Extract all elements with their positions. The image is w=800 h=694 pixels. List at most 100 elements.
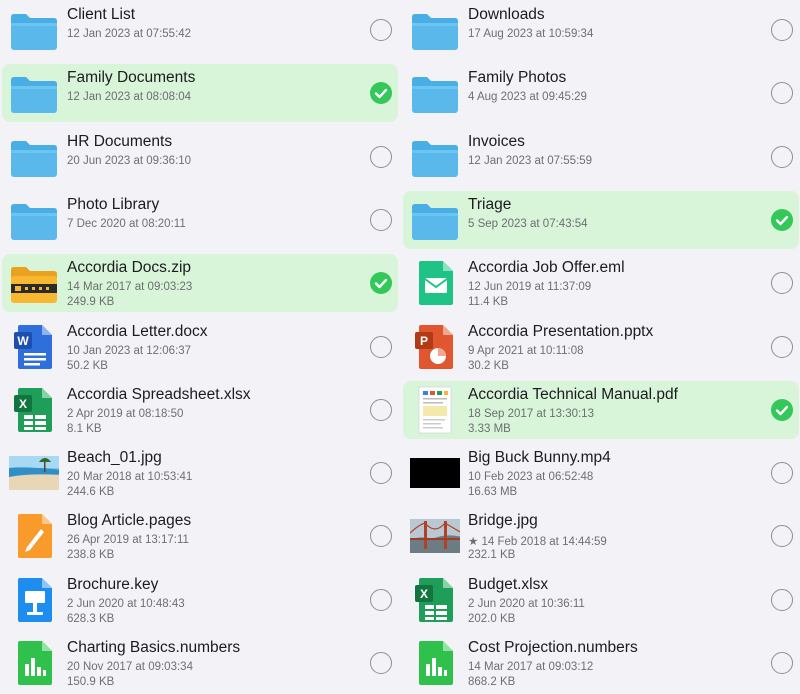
zip-archive-icon <box>9 258 59 308</box>
numbers-spreadsheet-icon <box>410 638 460 688</box>
file-size: 50.2 KB <box>67 359 108 372</box>
file-name: Downloads <box>468 6 545 23</box>
selected-checkmark-icon[interactable] <box>771 398 793 421</box>
file-date: 12 Jan 2023 at 07:55:59 <box>468 154 593 167</box>
file-name: Cost Projection.numbers <box>468 639 638 656</box>
selection-circle[interactable] <box>370 462 392 485</box>
selection-circle[interactable] <box>370 145 392 168</box>
file-size: 244.6 KB <box>67 486 115 499</box>
file-name: Charting Basics.numbers <box>67 639 241 656</box>
file-name: Accordia Spreadsheet.xlsx <box>67 385 251 403</box>
word-document-icon: W <box>9 322 59 372</box>
file-item-family-documents[interactable]: Family Documents 12 Jan 2023 at 08:08:04 <box>2 64 398 123</box>
folder-icon <box>410 132 460 182</box>
file-item-budget-xlsx[interactable]: X Budget.xlsx 2 Jun 2020 at 10:36:11 202.0… <box>403 571 799 629</box>
selection-circle[interactable] <box>771 82 793 105</box>
excel-spreadsheet-icon: X <box>410 575 460 625</box>
file-item-charting-basics-numbers[interactable]: Charting Basics.numbers 20 Nov 2017 at 09… <box>2 634 398 692</box>
file-name: Family Photos <box>468 69 567 87</box>
file-item-blog-article-pages[interactable]: Blog Article.pages 26 Apr 2019 at 13:17:1… <box>2 507 398 565</box>
selection-circle[interactable] <box>370 208 392 231</box>
file-size: 16.63 MB <box>468 486 518 499</box>
file-item-accordia-letter-docx[interactable]: W Accordia Letter.docx 10 Jan 2023 at 12:… <box>2 318 398 376</box>
selection-circle[interactable] <box>370 588 392 611</box>
selection-circle[interactable] <box>771 335 793 358</box>
file-item-accordia-presentation-pptx[interactable]: P Accordia Presentation.pptx 9 Apr 2021 a… <box>403 318 799 376</box>
file-date: 14 Mar 2017 at 09:03:23 <box>67 281 193 294</box>
file-date: 2 Jun 2020 at 10:36:11 <box>468 597 585 610</box>
file-date: ★ 14 Feb 2018 at 14:44:59 <box>468 536 607 549</box>
svg-text:X: X <box>420 587 428 601</box>
file-item-brochure-key[interactable]: Brochure.key 2 Jun 2020 at 10:48:43 628.3 … <box>2 571 398 629</box>
file-item-cost-projection-numbers[interactable]: Cost Projection.numbers 14 Mar 2017 at 09… <box>403 634 799 692</box>
selection-circle[interactable] <box>370 652 392 674</box>
svg-text:X: X <box>19 397 27 411</box>
selection-circle[interactable] <box>771 145 793 168</box>
folder-icon <box>410 195 460 245</box>
file-name: Bridge.jpg <box>468 512 538 530</box>
file-date: 18 Sep 2017 at 13:30:13 <box>468 407 594 420</box>
file-name: Client List <box>67 6 136 23</box>
file-item-client-list[interactable]: Client List 12 Jan 2023 at 07:55:42 <box>2 1 398 59</box>
selection-circle[interactable] <box>370 525 392 548</box>
file-name: Accordia Letter.docx <box>67 322 208 340</box>
file-date: 20 Jun 2023 at 09:36:10 <box>67 154 192 167</box>
file-item-big-buck-bunny-mp4[interactable]: Big Buck Bunny.mp4 10 Feb 2023 at 06:52:4… <box>403 444 799 502</box>
folder-icon <box>9 68 59 118</box>
selected-checkmark-icon[interactable] <box>370 82 392 105</box>
folder-icon <box>9 5 59 55</box>
folder-icon <box>410 68 460 118</box>
file-name: Beach_01.jpg <box>67 449 162 467</box>
folder-icon <box>9 195 59 245</box>
file-date: 12 Jun 2019 at 11:37:09 <box>468 281 592 294</box>
file-size: 3.33 MB <box>468 422 511 435</box>
file-item-photo-library[interactable]: Photo Library 7 Dec 2020 at 08:20:11 <box>2 191 398 249</box>
file-item-beach-01-jpg[interactable]: Beach_01.jpg 20 Mar 2018 at 10:53:41 244.6… <box>2 444 398 502</box>
file-name: Big Buck Bunny.mp4 <box>468 449 611 467</box>
bridge-image-thumbnail <box>410 511 460 561</box>
excel-spreadsheet-icon: X <box>9 385 59 435</box>
file-size: 232.1 KB <box>468 549 516 562</box>
file-date: 9 Apr 2021 at 10:11:08 <box>468 344 584 357</box>
pages-document-icon <box>9 511 59 561</box>
file-date: 17 Aug 2023 at 10:59:34 <box>468 28 594 40</box>
file-name: Accordia Presentation.pptx <box>468 322 654 340</box>
numbers-spreadsheet-icon <box>9 638 59 688</box>
file-item-invoices[interactable]: Invoices 12 Jan 2023 at 07:55:59 <box>403 128 799 186</box>
file-date: 20 Mar 2018 at 10:53:41 <box>67 471 193 484</box>
file-name: Accordia Technical Manual.pdf <box>468 385 678 403</box>
file-item-family-photos[interactable]: Family Photos 4 Aug 2023 at 09:45:29 <box>403 64 799 122</box>
file-date: 5 Sep 2023 at 07:43:54 <box>468 217 588 230</box>
file-date: 14 Mar 2017 at 09:03:12 <box>468 661 594 673</box>
file-size: 249.9 KB <box>67 296 115 309</box>
selection-circle[interactable] <box>771 19 793 41</box>
selection-circle[interactable] <box>771 462 793 485</box>
selection-circle[interactable] <box>370 19 392 41</box>
file-item-triage[interactable]: Triage 5 Sep 2023 at 07:43:54 <box>403 190 799 249</box>
selection-circle[interactable] <box>771 588 793 611</box>
selection-circle[interactable] <box>370 398 392 421</box>
file-item-accordia-spreadsheet-xlsx[interactable]: X Accordia Spreadsheet.xlsx 2 Apr 2019 at… <box>2 381 398 439</box>
file-item-bridge-jpg[interactable]: Bridge.jpg ★ 14 Feb 2018 at 14:44:59 232.1… <box>403 507 799 565</box>
file-date: 4 Aug 2023 at 09:45:29 <box>468 91 587 104</box>
file-item-accordia-job-offer-eml[interactable]: Accordia Job Offer.eml 12 Jun 2019 at 11:… <box>403 254 799 312</box>
file-date: 7 Dec 2020 at 08:20:11 <box>67 217 186 230</box>
file-name: Invoices <box>468 132 525 150</box>
selection-circle[interactable] <box>771 652 793 674</box>
selection-circle[interactable] <box>771 525 793 548</box>
folder-icon <box>410 5 460 55</box>
file-date: 2 Apr 2019 at 08:18:50 <box>67 407 184 420</box>
selection-circle[interactable] <box>370 335 392 358</box>
file-item-accordia-technical-manual-pdf[interactable]: Accordia Technical Manual.pdf 18 Sep 2017… <box>403 380 799 439</box>
file-name: Brochure.key <box>67 575 159 593</box>
selection-circle[interactable] <box>771 272 793 295</box>
email-message-icon <box>410 258 460 308</box>
file-item-accordia-docs-zip[interactable]: Accordia Docs.zip 14 Mar 2017 at 09:03:23… <box>2 254 398 313</box>
file-item-downloads[interactable]: Downloads 17 Aug 2023 at 10:59:34 <box>403 1 799 59</box>
file-size: 868.2 KB <box>468 676 516 688</box>
file-size: 30.2 KB <box>468 359 509 372</box>
file-item-hr-documents[interactable]: HR Documents 20 Jun 2023 at 09:36:10 <box>2 128 398 186</box>
selected-checkmark-icon[interactable] <box>370 272 392 295</box>
file-name: HR Documents <box>67 132 173 150</box>
selected-checkmark-icon[interactable] <box>771 208 793 231</box>
